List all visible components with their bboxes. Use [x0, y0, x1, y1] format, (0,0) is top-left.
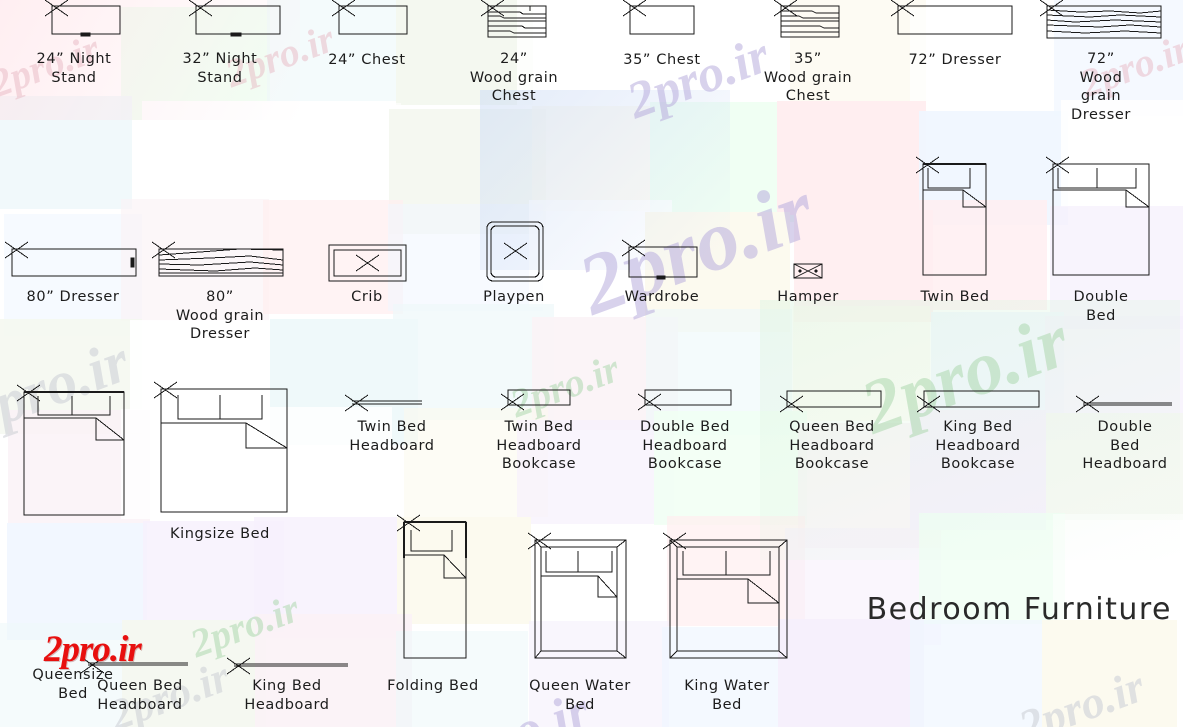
block-label-night-stand-24: 24” Night Stand — [36, 51, 112, 86]
block-label-folding-bed: Folding Bed — [387, 678, 479, 694]
block-king-bed-headboard — [226, 657, 348, 675]
block-night-stand-32 — [188, 0, 281, 37]
block-label-queen-water-bed: Queen Water Bed — [529, 678, 631, 713]
block-label-dresser-72: 72” Dresser — [908, 52, 1002, 68]
block-wardrobe — [621, 239, 698, 280]
block-label-chest-24: 24” Chest — [328, 52, 406, 68]
block-label-kingsize-bed: Kingsize Bed — [170, 526, 270, 542]
block-label-queen-bed-headboard: Queen Bed Headboard — [97, 678, 183, 713]
block-twin-bed-headboard — [344, 394, 422, 412]
block-label-double-bed-headboard-bookcase: Double Bed Headboard Bookcase — [639, 419, 731, 472]
block-label-king-bed-headboard: King Bed Headboard — [244, 678, 330, 713]
block-playpen — [486, 221, 544, 282]
block-dresser-80 — [4, 241, 137, 277]
block-label-wood-grain-chest-35: 35” Wood grain Chest — [763, 51, 853, 104]
block-queensize-bed — [16, 384, 125, 516]
block-label-hamper: Hamper — [777, 289, 839, 305]
block-label-dresser-80: 80” Dresser — [26, 289, 120, 305]
site-logo: 2pro.ir — [44, 629, 142, 670]
block-label-twin-bed-headboard-bookcase: Twin Bed Headboard Bookcase — [496, 419, 582, 472]
block-double-bed-headboard — [1075, 395, 1172, 413]
block-queen-water-bed — [527, 532, 627, 659]
cad-drawing-sheet: 2pro.ir 2pro.ir 2pro.ir 2pro.ir 2pro.ir 2pro.… — [0, 0, 1183, 727]
block-label-wood-grain-chest-24: 24” Wood grain Chest — [469, 51, 559, 104]
block-wood-grain-chest-24 — [480, 0, 547, 38]
block-wood-grain-chest-35 — [773, 0, 840, 38]
block-twin-bed-headboard-bookcase — [500, 389, 571, 411]
block-folding-bed — [396, 514, 468, 659]
block-night-stand-24 — [44, 0, 121, 37]
block-label-twin-bed: Twin Bed — [920, 289, 990, 305]
block-king-bed-headboard-bookcase — [916, 390, 1040, 413]
sheet-title: Bedroom Furniture — [866, 592, 1172, 627]
block-twin-bed — [915, 156, 987, 276]
block-kingsize-bed — [153, 381, 288, 513]
block-crib — [328, 244, 407, 282]
block-king-water-bed — [662, 532, 788, 659]
block-hamper — [793, 263, 823, 279]
block-double-bed-headboard-bookcase — [637, 389, 732, 411]
block-label-night-stand-32: 32” Night Stand — [182, 51, 258, 86]
block-wood-grain-dresser-80 — [151, 241, 284, 277]
block-label-queen-bed-headboard-bookcase: Queen Bed Headboard Bookcase — [789, 419, 875, 472]
block-label-crib: Crib — [351, 289, 383, 305]
block-label-wardrobe: Wardrobe — [624, 289, 700, 305]
block-label-wood-grain-dresser-80: 80” Wood grain Dresser — [175, 289, 265, 342]
block-wood-grain-dresser-72 — [1039, 0, 1162, 39]
block-label-king-water-bed: King Water Bed — [684, 678, 770, 713]
block-double-bed — [1045, 156, 1150, 276]
block-label-chest-35: 35” Chest — [623, 52, 701, 68]
block-chest-24 — [331, 0, 408, 35]
block-dresser-72 — [890, 0, 1013, 35]
block-label-wood-grain-dresser-72: 72” Wood grain Dresser — [1071, 51, 1131, 123]
block-label-double-bed-headboard: Double Bed Headboard — [1082, 419, 1168, 472]
block-chest-35 — [622, 0, 695, 35]
block-label-playpen: Playpen — [483, 289, 545, 305]
block-label-king-bed-headboard-bookcase: King Bed Headboard Bookcase — [935, 419, 1021, 472]
block-label-double-bed: Double Bed — [1073, 289, 1129, 324]
block-queen-bed-headboard-bookcase — [779, 390, 882, 413]
block-label-twin-bed-headboard: Twin Bed Headboard — [349, 419, 435, 454]
